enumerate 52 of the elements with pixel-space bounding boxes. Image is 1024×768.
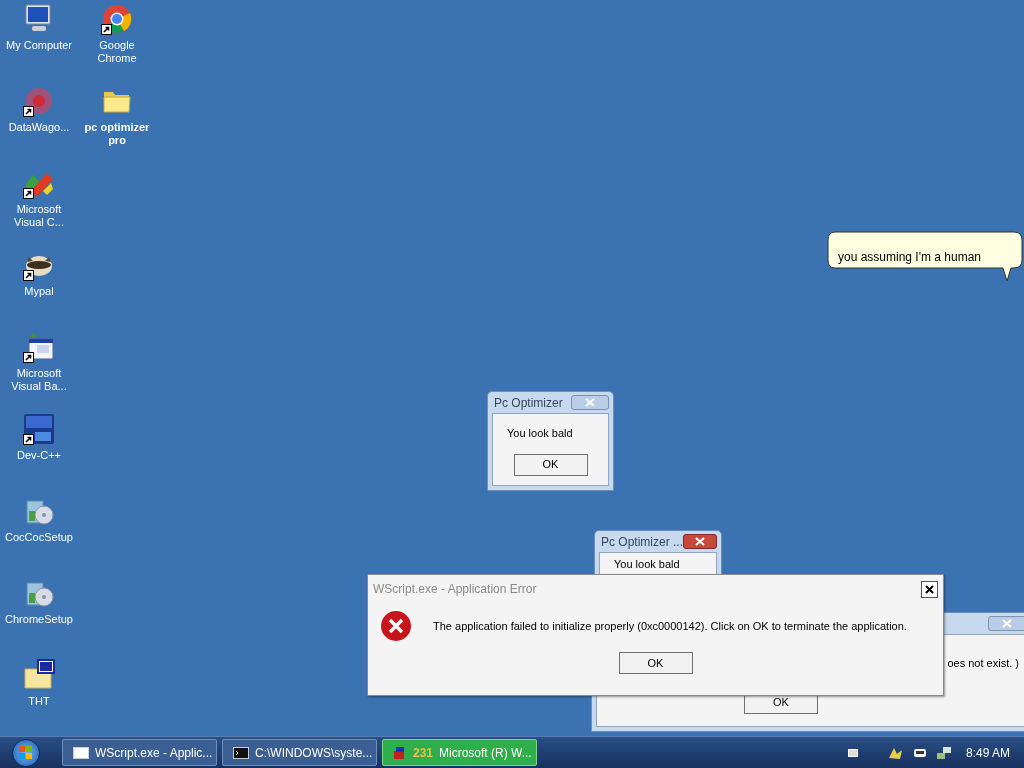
start-button[interactable] [12, 738, 40, 767]
target-icon [23, 85, 55, 117]
shortcut-arrow-icon [23, 434, 34, 445]
icon-label[interactable]: CocCocSetup [1, 531, 77, 544]
message-text: oes not exist. ) [947, 656, 1020, 671]
window-title: Pc Optimizer ... [600, 533, 683, 551]
icon-label[interactable]: DataWago... [1, 121, 77, 134]
icon-label[interactable]: Microsoft Visual Ba... [1, 367, 77, 393]
icon-label[interactable]: pc optimizer pro [79, 121, 155, 147]
shortcut-arrow-icon [101, 24, 112, 35]
close-icon [585, 398, 595, 407]
icon-label[interactable]: My Computer [1, 39, 77, 52]
windows-logo-icon [19, 745, 33, 760]
close-icon [695, 537, 705, 546]
ok-button[interactable]: OK [513, 453, 588, 476]
error-message: The application failed to initialize properly (0xc0000142). Click on OK to terminate the application. [433, 618, 907, 634]
message-text: You look bald [506, 426, 573, 441]
close-icon [1002, 619, 1012, 628]
window-icon [73, 746, 89, 759]
speech-bubble-text: you assuming I'm a human [838, 250, 982, 264]
app-icon [393, 745, 407, 760]
keyboard-icon[interactable] [847, 748, 858, 757]
shortcut-arrow-icon [23, 106, 34, 117]
icon-label[interactable]: Google Chrome [79, 39, 155, 65]
icon-label[interactable]: THT [1, 695, 77, 708]
taskbar-label: Microsoft (R) W... [439, 744, 532, 762]
close-button[interactable] [921, 580, 938, 598]
browser-icon [101, 3, 133, 35]
close-button[interactable] [683, 534, 717, 549]
taskbar-label: WScript.exe - Applic... [95, 744, 213, 762]
taskbar-label: C:\WINDOWS\syste... [255, 744, 373, 762]
shortcut-arrow-icon [23, 188, 34, 199]
taskbar-button[interactable]: 231 Microsoft (R) W... [382, 739, 537, 766]
window-title: WScript.exe - Application Error [373, 581, 537, 598]
console-icon [233, 746, 249, 759]
taskbar-button[interactable]: C:\WINDOWS\syste... [222, 739, 377, 766]
icon-label[interactable]: Mypal [1, 285, 77, 298]
icon-label[interactable]: Dev-C++ [1, 449, 77, 462]
ok-button[interactable]: OK [618, 652, 693, 674]
window-title: Pc Optimizer [493, 394, 563, 412]
taskbar-button[interactable]: WScript.exe - Applic... [62, 739, 217, 766]
shortcut-arrow-icon [23, 352, 34, 363]
clock[interactable]: 8:49 AM [965, 743, 1010, 762]
network-icon[interactable] [935, 745, 952, 760]
icon-label[interactable]: Microsoft Visual C... [1, 203, 77, 229]
count-label: 231 [413, 744, 434, 762]
shortcut-arrow-icon [23, 270, 34, 281]
iso-folder-icon [23, 659, 55, 691]
message-text: You look bald [613, 557, 680, 572]
icon-label[interactable]: ChromeSetup [1, 613, 77, 626]
close-icon [925, 584, 934, 594]
error-icon [380, 610, 412, 642]
